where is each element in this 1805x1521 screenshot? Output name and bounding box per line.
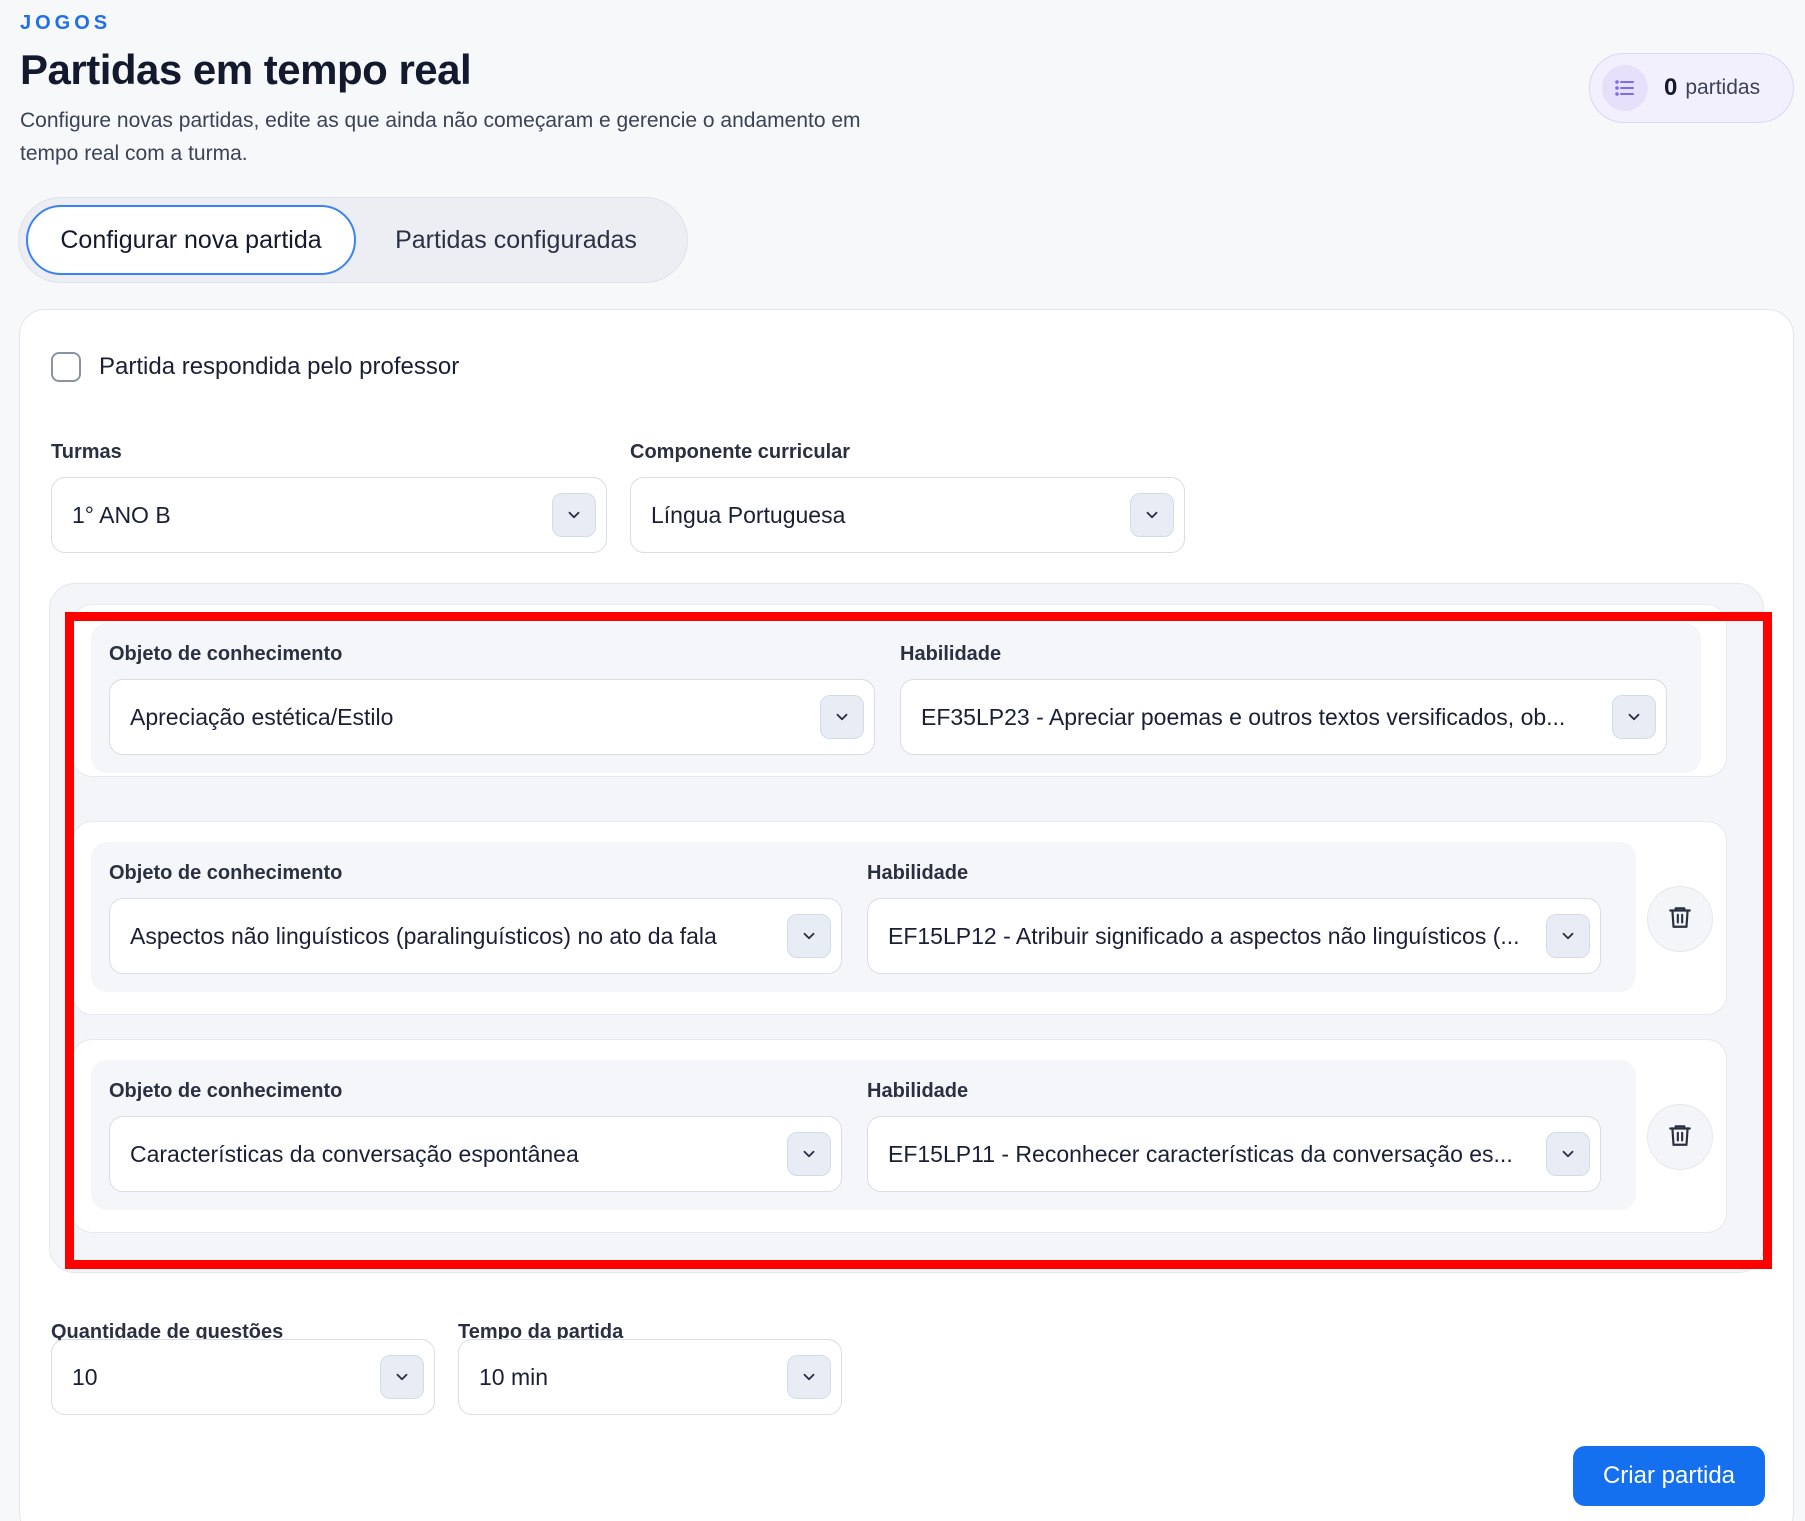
knowledge-object-fields: Objeto de conhecimento Apreciação estéti… bbox=[91, 623, 1701, 773]
chevron-down-icon[interactable] bbox=[820, 695, 864, 739]
habilidade-select[interactable]: EF15LP11 - Reconhecer características da… bbox=[867, 1116, 1601, 1192]
objeto-value: Apreciação estética/Estilo bbox=[130, 703, 394, 730]
quantidade-value: 10 bbox=[72, 1363, 98, 1390]
chevron-down-icon[interactable] bbox=[787, 1132, 831, 1176]
objeto-select[interactable]: Aspectos não linguísticos (paralinguísti… bbox=[109, 898, 842, 974]
turmas-select[interactable]: 1° ANO B bbox=[51, 477, 607, 553]
objeto-value: Aspectos não linguísticos (paralinguísti… bbox=[130, 922, 717, 949]
section-eyebrow: JOGOS bbox=[20, 12, 112, 34]
objeto-label: Objeto de conhecimento bbox=[109, 1080, 343, 1102]
teacher-answered-checkbox[interactable] bbox=[51, 352, 81, 382]
componente-value: Língua Portuguesa bbox=[651, 501, 846, 528]
list-icon bbox=[1602, 65, 1648, 111]
chevron-down-icon[interactable] bbox=[380, 1355, 424, 1399]
habilidade-select[interactable]: EF15LP12 - Atribuir significado a aspect… bbox=[867, 898, 1601, 974]
knowledge-object-row: Objeto de conhecimento Apreciação estéti… bbox=[72, 604, 1727, 777]
chevron-down-icon[interactable] bbox=[787, 914, 831, 958]
remove-object-button[interactable] bbox=[1647, 886, 1713, 952]
knowledge-object-row: Objeto de conhecimento Características d… bbox=[72, 1039, 1727, 1233]
tempo-select[interactable]: 10 min bbox=[458, 1339, 842, 1415]
turmas-value: 1° ANO B bbox=[72, 501, 171, 528]
chevron-down-icon[interactable] bbox=[1546, 1132, 1590, 1176]
chevron-down-icon[interactable] bbox=[1612, 695, 1656, 739]
chevron-down-icon[interactable] bbox=[787, 1355, 831, 1399]
teacher-answered-label: Partida respondida pelo professor bbox=[99, 353, 460, 380]
chevron-down-icon[interactable] bbox=[1130, 493, 1174, 537]
chevron-down-icon[interactable] bbox=[552, 493, 596, 537]
habilidade-value: EF15LP11 - Reconhecer características da… bbox=[888, 1140, 1513, 1167]
page-title: Partidas em tempo real bbox=[20, 46, 472, 93]
tab-bar: Configurar nova partida Partidas configu… bbox=[18, 197, 688, 283]
tab-configure-new-match[interactable]: Configurar nova partida bbox=[26, 205, 356, 275]
tempo-value: 10 min bbox=[479, 1363, 549, 1390]
new-match-form-card: Partida respondida pelo professor Turmas… bbox=[19, 309, 1794, 1521]
matches-count-badge[interactable]: 0 partidas bbox=[1589, 53, 1794, 123]
page-subtitle: Configure novas partidas, edite as que a… bbox=[20, 109, 861, 165]
quantidade-select[interactable]: 10 bbox=[51, 1339, 435, 1415]
matches-count-label: partidas bbox=[1685, 76, 1761, 99]
componente-label: Componente curricular bbox=[630, 441, 851, 463]
remove-object-button[interactable] bbox=[1647, 1104, 1713, 1170]
objeto-label: Objeto de conhecimento bbox=[109, 643, 343, 665]
trash-icon bbox=[1667, 1122, 1693, 1153]
matches-count-value: 0 bbox=[1664, 74, 1678, 101]
knowledge-object-row: Objeto de conhecimento Aspectos não ling… bbox=[72, 821, 1727, 1015]
knowledge-object-fields: Objeto de conhecimento Características d… bbox=[91, 1060, 1636, 1210]
habilidade-value: EF35LP23 - Apreciar poemas e outros text… bbox=[921, 703, 1566, 730]
trash-icon bbox=[1667, 904, 1693, 935]
habilidade-value: EF15LP12 - Atribuir significado a aspect… bbox=[888, 922, 1520, 949]
knowledge-object-fields: Objeto de conhecimento Aspectos não ling… bbox=[91, 842, 1636, 992]
componente-select[interactable]: Língua Portuguesa bbox=[630, 477, 1185, 553]
turmas-label: Turmas bbox=[51, 441, 122, 463]
habilidade-label: Habilidade bbox=[867, 862, 969, 884]
objeto-select[interactable]: Apreciação estética/Estilo bbox=[109, 679, 875, 755]
tab-configured-matches[interactable]: Partidas configuradas bbox=[356, 205, 676, 275]
objeto-label: Objeto de conhecimento bbox=[109, 862, 343, 884]
objeto-select[interactable]: Características da conversação espontâne… bbox=[109, 1116, 842, 1192]
objeto-value: Características da conversação espontâne… bbox=[130, 1140, 579, 1167]
teacher-answered-option[interactable]: Partida respondida pelo professor bbox=[51, 352, 459, 382]
habilidade-label: Habilidade bbox=[900, 643, 1002, 665]
knowledge-objects-group: Objeto de conhecimento Apreciação estéti… bbox=[49, 583, 1764, 1273]
habilidade-select[interactable]: EF35LP23 - Apreciar poemas e outros text… bbox=[900, 679, 1667, 755]
chevron-down-icon[interactable] bbox=[1546, 914, 1590, 958]
habilidade-label: Habilidade bbox=[867, 1080, 969, 1102]
create-match-button[interactable]: Criar partida bbox=[1573, 1446, 1765, 1506]
